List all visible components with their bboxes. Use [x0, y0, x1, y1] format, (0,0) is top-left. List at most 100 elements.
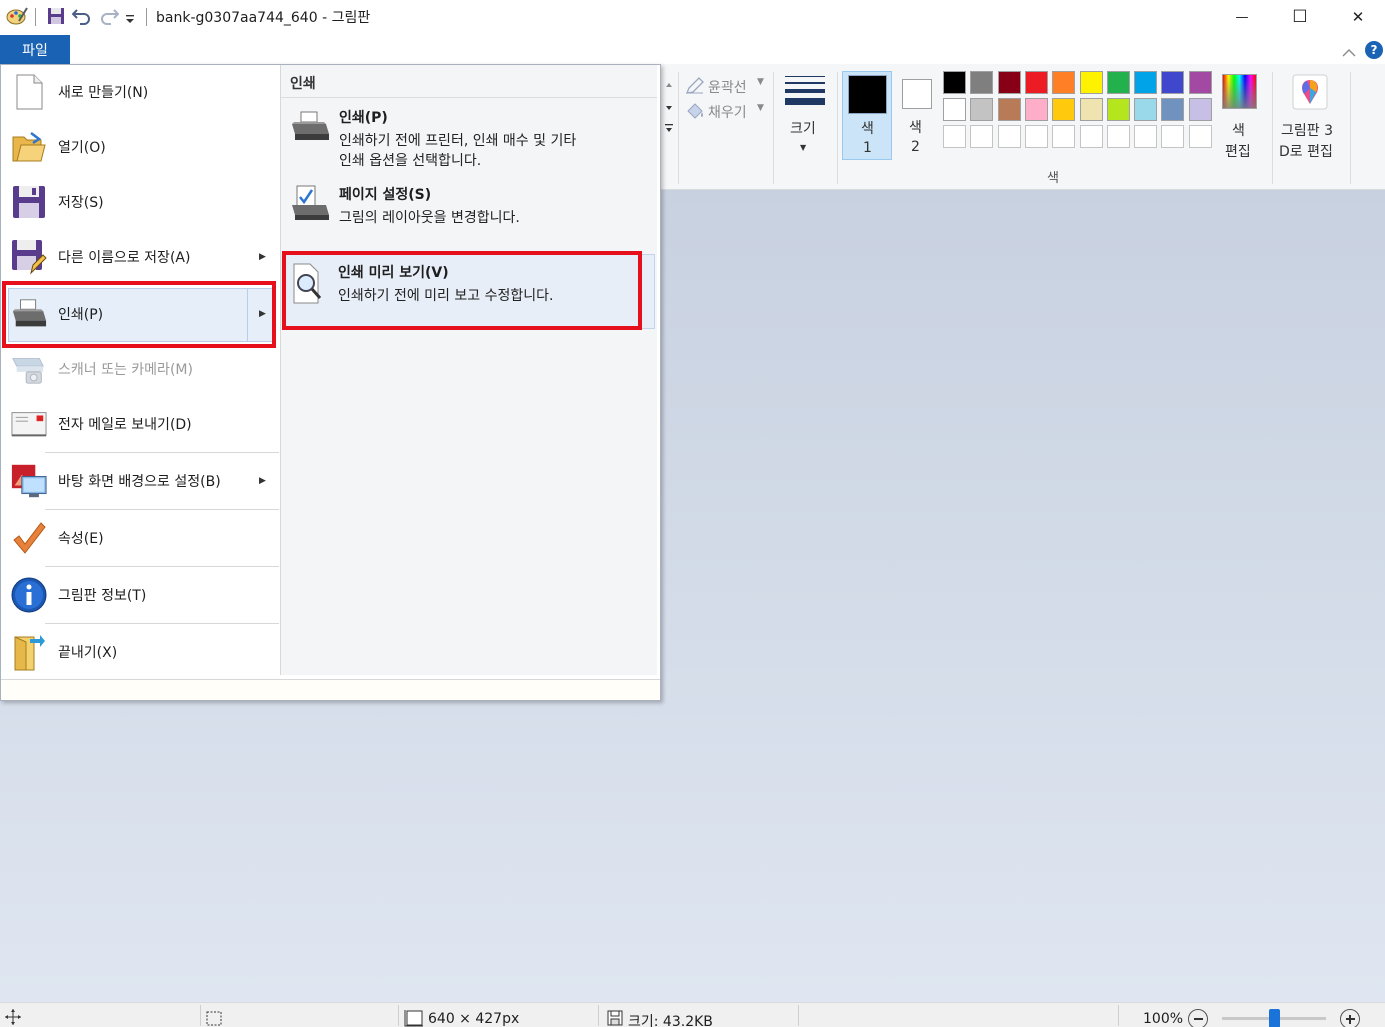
- menu-set-desktop-background-label: 바탕 화면 배경으로 설정(B): [58, 473, 221, 490]
- palette-swatch[interactable]: [1134, 71, 1157, 94]
- palette-swatch[interactable]: [1189, 71, 1212, 94]
- color1-button[interactable]: 색 1: [842, 71, 892, 160]
- menu-exit[interactable]: 끝내기(X): [3, 624, 277, 679]
- menu-open[interactable]: 열기(O): [3, 119, 277, 174]
- custom-color-slot[interactable]: [1161, 125, 1184, 148]
- palette-swatch[interactable]: [1107, 98, 1130, 121]
- custom-color-slot[interactable]: [1134, 125, 1157, 148]
- close-button[interactable]: ✕: [1329, 0, 1385, 34]
- status-separator: [200, 1005, 201, 1026]
- custom-color-slot[interactable]: [1080, 125, 1103, 148]
- ribbon-separator: [1350, 72, 1351, 184]
- menu-new[interactable]: 새로 만들기(N): [3, 64, 277, 119]
- collapse-ribbon-icon[interactable]: [1342, 43, 1356, 62]
- email-envelope-icon: [11, 406, 47, 442]
- outline-dropdown[interactable]: 윤곽선 ▼: [685, 76, 775, 100]
- palette-swatch[interactable]: [1161, 71, 1184, 94]
- zoom-out-button[interactable]: [1188, 1009, 1208, 1027]
- zoom-level: 100%: [1143, 1011, 1184, 1027]
- title-bar: bank-g0307aa744_640 - 그림판 — ☐ ✕: [0, 0, 1385, 34]
- color-palette: [943, 71, 1218, 151]
- file-tab[interactable]: 파일: [0, 35, 70, 64]
- printer-icon: [289, 108, 333, 148]
- size-dropdown[interactable]: 크기 ▼: [782, 72, 828, 172]
- customize-quick-access-icon[interactable]: [125, 10, 135, 32]
- palette-swatch[interactable]: [1052, 98, 1075, 121]
- menu-save-as-label: 다른 이름으로 저장(A): [58, 249, 191, 266]
- menu-save-as[interactable]: 다른 이름으로 저장(A) ▶: [3, 229, 277, 284]
- custom-color-slot[interactable]: [1189, 125, 1212, 148]
- desktop-background-icon: [11, 463, 47, 499]
- fill-label: 채우기: [708, 105, 747, 121]
- undo-icon[interactable]: [71, 7, 92, 29]
- palette-swatch[interactable]: [970, 98, 993, 121]
- help-button[interactable]: ?: [1365, 41, 1383, 59]
- palette-swatch[interactable]: [943, 98, 966, 121]
- exit-icon: [11, 634, 47, 670]
- cursor-position-icon: [4, 1008, 22, 1027]
- palette-swatch[interactable]: [1080, 98, 1103, 121]
- custom-color-slot[interactable]: [1052, 125, 1075, 148]
- submenu-print-description-line1: 인쇄하기 전에 프린터, 인쇄 매수 및 기타: [339, 133, 577, 149]
- color-spectrum-icon: [1222, 74, 1257, 109]
- menu-about-paint[interactable]: 그림판 정보(T): [3, 567, 277, 622]
- status-separator: [398, 1005, 399, 1026]
- palette-swatch[interactable]: [970, 71, 993, 94]
- ribbon-separator: [1272, 72, 1273, 184]
- page-setup-icon: [289, 185, 333, 225]
- colors-group-label: 색: [1047, 171, 1059, 186]
- color2-swatch: [902, 79, 932, 109]
- paint3d-label-1: 그림판 3: [1281, 123, 1333, 139]
- palette-swatch[interactable]: [1107, 71, 1130, 94]
- file-menu-commands: 새로 만들기(N) 열기(O) 저장(S) 다른 이름으로 저장(A) ▶ 인쇄…: [1, 65, 279, 679]
- palette-swatch[interactable]: [998, 98, 1021, 121]
- custom-color-slot[interactable]: [998, 125, 1021, 148]
- minimize-icon: —: [1235, 9, 1249, 25]
- menu-save[interactable]: 저장(S): [3, 174, 277, 229]
- palette-swatch[interactable]: [1161, 98, 1184, 121]
- menu-properties[interactable]: 속성(E): [3, 510, 277, 565]
- zoom-slider[interactable]: [1222, 1009, 1326, 1027]
- palette-swatch[interactable]: [1025, 98, 1048, 121]
- status-bar: 640 × 427px 크기: 43.2KB 100%: [0, 1002, 1385, 1027]
- custom-color-slot[interactable]: [943, 125, 966, 148]
- palette-swatch[interactable]: [1052, 71, 1075, 94]
- save-icon[interactable]: [47, 7, 65, 29]
- redo-icon[interactable]: [99, 7, 120, 29]
- size-dropdown-icon: ▼: [800, 143, 807, 152]
- palette-swatch[interactable]: [1025, 71, 1048, 94]
- palette-swatch[interactable]: [1080, 71, 1103, 94]
- maximize-button[interactable]: ☐: [1271, 0, 1329, 34]
- shapes-scroll[interactable]: [663, 80, 675, 144]
- color1-number: 1: [863, 140, 872, 156]
- zoom-in-button[interactable]: [1340, 1009, 1360, 1027]
- menu-scanner-camera-label: 스캐너 또는 카메라(M): [58, 361, 193, 378]
- menu-save-label: 저장(S): [58, 194, 104, 211]
- color2-button[interactable]: 색 2: [896, 71, 938, 160]
- new-file-icon: [11, 74, 47, 110]
- file-menu: 새로 만들기(N) 열기(O) 저장(S) 다른 이름으로 저장(A) ▶ 인쇄…: [0, 64, 661, 701]
- line-size-icon: [785, 74, 825, 112]
- palette-swatch[interactable]: [998, 71, 1021, 94]
- custom-color-slot[interactable]: [970, 125, 993, 148]
- scanner-camera-icon: [11, 351, 47, 387]
- palette-swatch[interactable]: [1189, 98, 1212, 121]
- paint-app-icon[interactable]: [6, 6, 28, 28]
- palette-swatch[interactable]: [943, 71, 966, 94]
- menu-set-desktop-background[interactable]: 바탕 화면 배경으로 설정(B) ▶: [3, 453, 277, 508]
- custom-color-slot[interactable]: [1025, 125, 1048, 148]
- submenu-print-description-line2: 인쇄 옵션을 선택합니다.: [339, 153, 482, 169]
- submenu-print-description: 인쇄하기 전에 프린터, 인쇄 매수 및 기타 인쇄 옵션을 선택합니다.: [339, 131, 576, 171]
- edit-with-paint3d-button[interactable]: 그림판 3 D로 편집: [1276, 71, 1346, 163]
- submenu-print[interactable]: 인쇄(P) 인쇄하기 전에 프린터, 인쇄 매수 및 기타 인쇄 옵션을 선택합…: [285, 100, 655, 172]
- submenu-page-setup[interactable]: 페이지 설정(S) 그림의 레이아웃을 변경합니다.: [285, 177, 655, 237]
- custom-color-slot[interactable]: [1107, 125, 1130, 148]
- minimize-button[interactable]: —: [1213, 0, 1271, 34]
- palette-swatch[interactable]: [1134, 98, 1157, 121]
- menu-send-email[interactable]: 전자 메일로 보내기(D): [3, 396, 277, 451]
- fill-dropdown[interactable]: 채우기 ▼: [685, 100, 775, 124]
- zoom-slider-thumb[interactable]: [1269, 1009, 1280, 1027]
- title-separator: [146, 8, 147, 26]
- ribbon-separator: [837, 72, 838, 184]
- edit-colors-button[interactable]: 색 편집: [1218, 71, 1262, 163]
